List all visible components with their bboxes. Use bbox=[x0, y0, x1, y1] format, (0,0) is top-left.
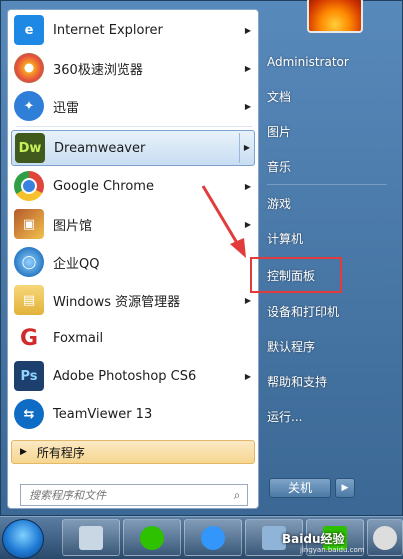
dingtalk-icon bbox=[201, 525, 225, 550]
taskbar-app-3[interactable] bbox=[367, 519, 403, 556]
taskbar-calculator[interactable] bbox=[62, 519, 120, 556]
calculator-icon bbox=[79, 525, 103, 550]
taskbar-dingtalk[interactable] bbox=[184, 519, 242, 556]
annotation-arrow-head bbox=[230, 238, 246, 258]
annotation-arrow-line bbox=[201, 185, 242, 249]
watermark-url: jingyan.baidu.com bbox=[300, 546, 365, 554]
taskbar-wechat[interactable] bbox=[123, 519, 181, 556]
wechat-icon bbox=[140, 525, 164, 550]
app-icon bbox=[373, 525, 397, 550]
watermark-brand: Baidu经验 bbox=[282, 532, 345, 546]
annotation-arrow bbox=[201, 185, 246, 258]
start-orb-icon[interactable] bbox=[2, 519, 44, 559]
